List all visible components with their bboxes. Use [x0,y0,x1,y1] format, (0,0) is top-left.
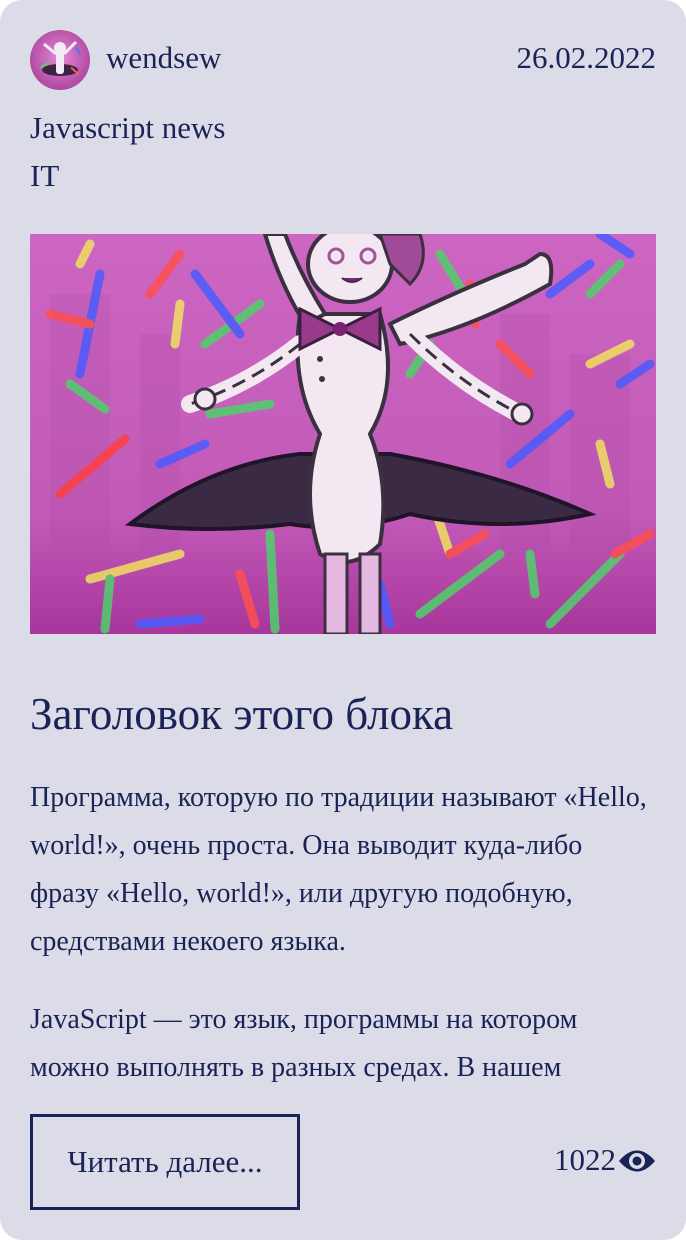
category-tag[interactable]: Javascript news [30,108,225,148]
eye-icon [619,1150,655,1172]
post-card: wendsew 26.02.2022 Javascript news IT За… [0,0,686,1240]
view-count: 1022 [554,1142,616,1177]
post-cover-image [30,234,656,634]
post-excerpt: Программа, которую по традиции называют … [30,774,656,1082]
category-tag[interactable]: IT [30,156,59,196]
post-date: 26.02.2022 [516,40,657,75]
read-more-button[interactable]: Читать далее... [30,1114,300,1210]
post-title: Заголовок этого блока [30,689,454,739]
post-paragraph: Программа, которую по традиции называют … [30,782,647,957]
author-name[interactable]: wendsew [106,38,221,78]
post-paragraph: JavaScript — это язык, программы на кото… [30,1004,578,1082]
avatar[interactable] [30,30,90,90]
